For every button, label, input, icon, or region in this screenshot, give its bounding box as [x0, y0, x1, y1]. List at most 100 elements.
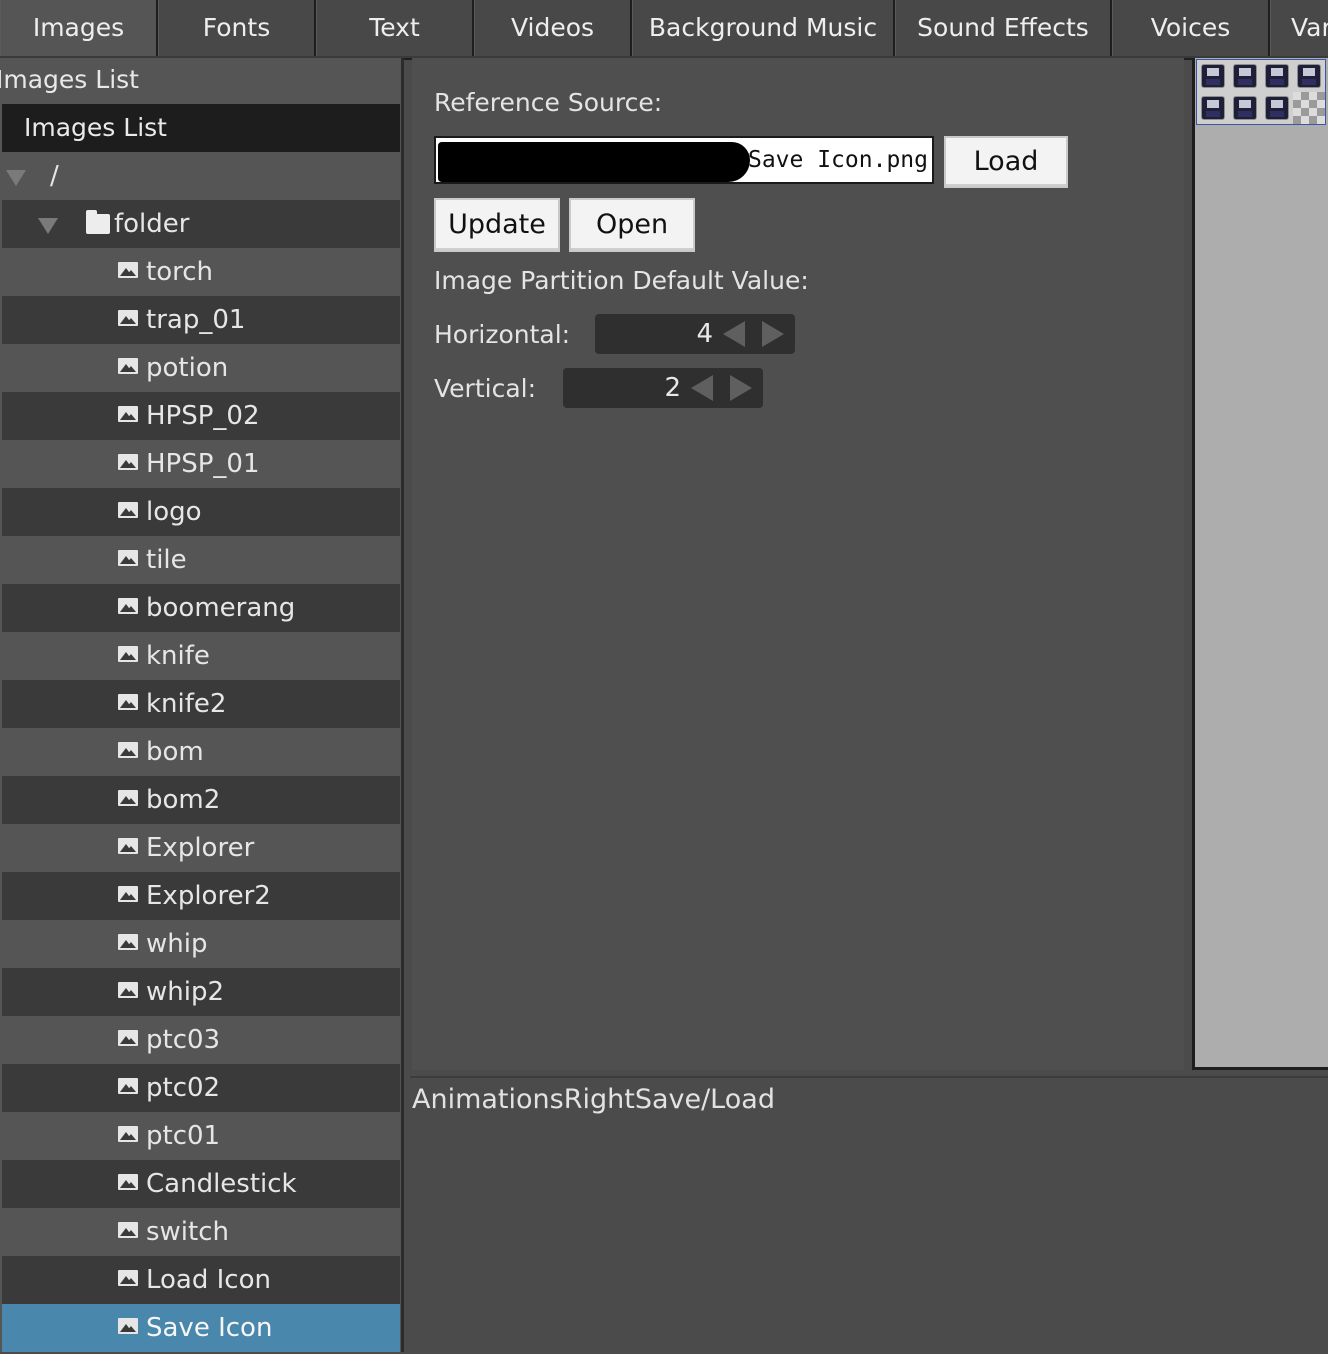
list-item-label: Explorer2: [146, 881, 271, 911]
list-item[interactable]: Explorer: [2, 824, 400, 872]
transparent-cell: [1293, 92, 1325, 124]
save-disk-icon: [1197, 60, 1229, 92]
tab-bar: Images Fonts Text Videos Background Musi…: [0, 0, 1328, 60]
list-item-label: ptc01: [146, 1121, 221, 1151]
list-item[interactable]: ptc02: [2, 1064, 400, 1112]
list-item-label: boomerang: [146, 593, 296, 623]
image-icon: [118, 790, 138, 806]
image-icon: [118, 838, 138, 854]
partition-label: Image Partition Default Value:: [434, 266, 809, 295]
image-preview-panel: [1192, 58, 1328, 1070]
tab-fonts[interactable]: Fonts: [158, 0, 316, 56]
list-item-label: ptc03: [146, 1025, 221, 1055]
animations-panel: AnimationsRightSave/Load: [410, 1076, 1328, 1354]
image-icon: [118, 1318, 138, 1334]
list-header: Images List: [2, 104, 400, 152]
tree-root[interactable]: /: [2, 152, 400, 200]
load-button[interactable]: Load: [944, 136, 1068, 188]
image-icon: [118, 646, 138, 662]
tab-text[interactable]: Text: [316, 0, 474, 56]
list-item-label: torch: [146, 257, 213, 287]
animations-text: AnimationsRightSave/Load: [412, 1084, 775, 1115]
image-icon: [118, 502, 138, 518]
image-icon: [118, 550, 138, 566]
list-item[interactable]: HPSP_02: [2, 392, 400, 440]
list-item[interactable]: switch: [2, 1208, 400, 1256]
list-item[interactable]: Load Icon: [2, 1256, 400, 1304]
tab-images[interactable]: Images: [0, 0, 158, 56]
list-item[interactable]: boomerang: [2, 584, 400, 632]
list-item[interactable]: bom2: [2, 776, 400, 824]
save-disk-icon: [1261, 60, 1293, 92]
list-item[interactable]: Save Icon: [2, 1304, 400, 1352]
reference-path-field[interactable]: /Save Icon.png: [434, 136, 934, 184]
image-settings-panel: Reference Source: /Save Icon.png Load Up…: [412, 58, 1184, 1070]
list-item[interactable]: tile: [2, 536, 400, 584]
list-item[interactable]: logo: [2, 488, 400, 536]
update-button[interactable]: Update: [434, 198, 560, 252]
list-item-label: ptc02: [146, 1073, 221, 1103]
list-item[interactable]: potion: [2, 344, 400, 392]
panel-title: Images List: [0, 58, 400, 102]
list-item-label: HPSP_02: [146, 401, 260, 431]
image-icon: [118, 1030, 138, 1046]
image-tree: / folder torch trap_01 potion HPSP_02 HPSP_0…: [2, 152, 400, 1352]
list-item[interactable]: trap_01: [2, 296, 400, 344]
collapse-triangle-icon[interactable]: [6, 170, 26, 186]
list-item[interactable]: Explorer2: [2, 872, 400, 920]
image-icon: [118, 982, 138, 998]
increment-arrow-icon[interactable]: [730, 375, 752, 401]
tree-root-label: /: [50, 161, 59, 191]
tab-background-music[interactable]: Background Music: [632, 0, 895, 56]
list-item-label: Load Icon: [146, 1265, 271, 1295]
horizontal-value: 4: [696, 319, 713, 349]
image-icon: [118, 1174, 138, 1190]
list-item[interactable]: ptc03: [2, 1016, 400, 1064]
list-item[interactable]: knife2: [2, 680, 400, 728]
horizontal-label: Horizontal:: [434, 320, 571, 349]
tab-variables[interactable]: Var: [1270, 0, 1328, 56]
list-item[interactable]: Candlestick: [2, 1160, 400, 1208]
list-item[interactable]: whip: [2, 920, 400, 968]
image-icon: [118, 598, 138, 614]
redaction-mark: [438, 142, 750, 182]
list-item[interactable]: bom: [2, 728, 400, 776]
tree-folder-label: folder: [114, 209, 190, 239]
vertical-stepper[interactable]: 2: [563, 368, 763, 408]
list-item-label: Explorer: [146, 833, 255, 863]
list-item-label: switch: [146, 1217, 230, 1247]
tab-sound-effects[interactable]: Sound Effects: [895, 0, 1112, 56]
image-icon: [118, 886, 138, 902]
list-item-label: whip2: [146, 977, 225, 1007]
image-icon: [118, 934, 138, 950]
list-item-label: whip: [146, 929, 208, 959]
list-item-label: logo: [146, 497, 202, 527]
list-item[interactable]: HPSP_01: [2, 440, 400, 488]
decrement-arrow-icon[interactable]: [691, 375, 713, 401]
save-disk-icon: [1293, 60, 1325, 92]
save-disk-icon: [1229, 60, 1261, 92]
list-item[interactable]: ptc01: [2, 1112, 400, 1160]
list-item-label: Candlestick: [146, 1169, 297, 1199]
image-icon: [118, 1222, 138, 1238]
save-disk-icon: [1229, 92, 1261, 124]
vertical-label: Vertical:: [434, 374, 537, 403]
image-icon: [118, 454, 138, 470]
tab-videos[interactable]: Videos: [474, 0, 632, 56]
sprite-sheet-preview: [1196, 59, 1326, 125]
collapse-triangle-icon[interactable]: [38, 218, 58, 234]
tree-folder[interactable]: folder: [2, 200, 400, 248]
path-value: /Save Icon.png: [734, 147, 928, 173]
list-item[interactable]: knife: [2, 632, 400, 680]
list-item[interactable]: torch: [2, 248, 400, 296]
list-item[interactable]: whip2: [2, 968, 400, 1016]
horizontal-stepper[interactable]: 4: [595, 314, 795, 354]
open-button[interactable]: Open: [569, 198, 695, 252]
reference-source-label: Reference Source:: [434, 88, 663, 117]
increment-arrow-icon[interactable]: [762, 321, 784, 347]
image-icon: [118, 1078, 138, 1094]
folder-icon: [86, 210, 110, 234]
decrement-arrow-icon[interactable]: [723, 321, 745, 347]
tab-voices[interactable]: Voices: [1112, 0, 1270, 56]
image-icon: [118, 742, 138, 758]
